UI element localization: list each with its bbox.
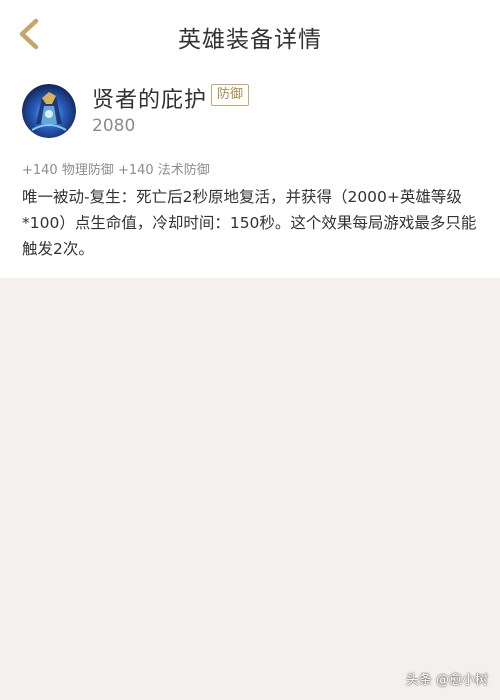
page-title: 英雄装备详情: [178, 27, 322, 53]
item-name: 贤者的庇护: [92, 88, 208, 113]
item-icon: [22, 84, 76, 138]
item-price: 2080: [92, 116, 136, 136]
item-category-badge: 防御: [211, 84, 250, 106]
item-description: 唯一被动-复生：死亡后2秒原地复活，并获得（2000+英雄等级*100）点生命值…: [22, 188, 477, 258]
item-detail-card: 英雄装备详情 贤者的庇护 防御 2080 +140 物理防御 +140 法术防御…: [0, 0, 500, 278]
top-bar: 英雄装备详情: [0, 0, 500, 70]
item-stats: +140 物理防御 +140 法术防御: [22, 163, 210, 178]
watermark: 头条 @愈小树: [405, 673, 488, 688]
